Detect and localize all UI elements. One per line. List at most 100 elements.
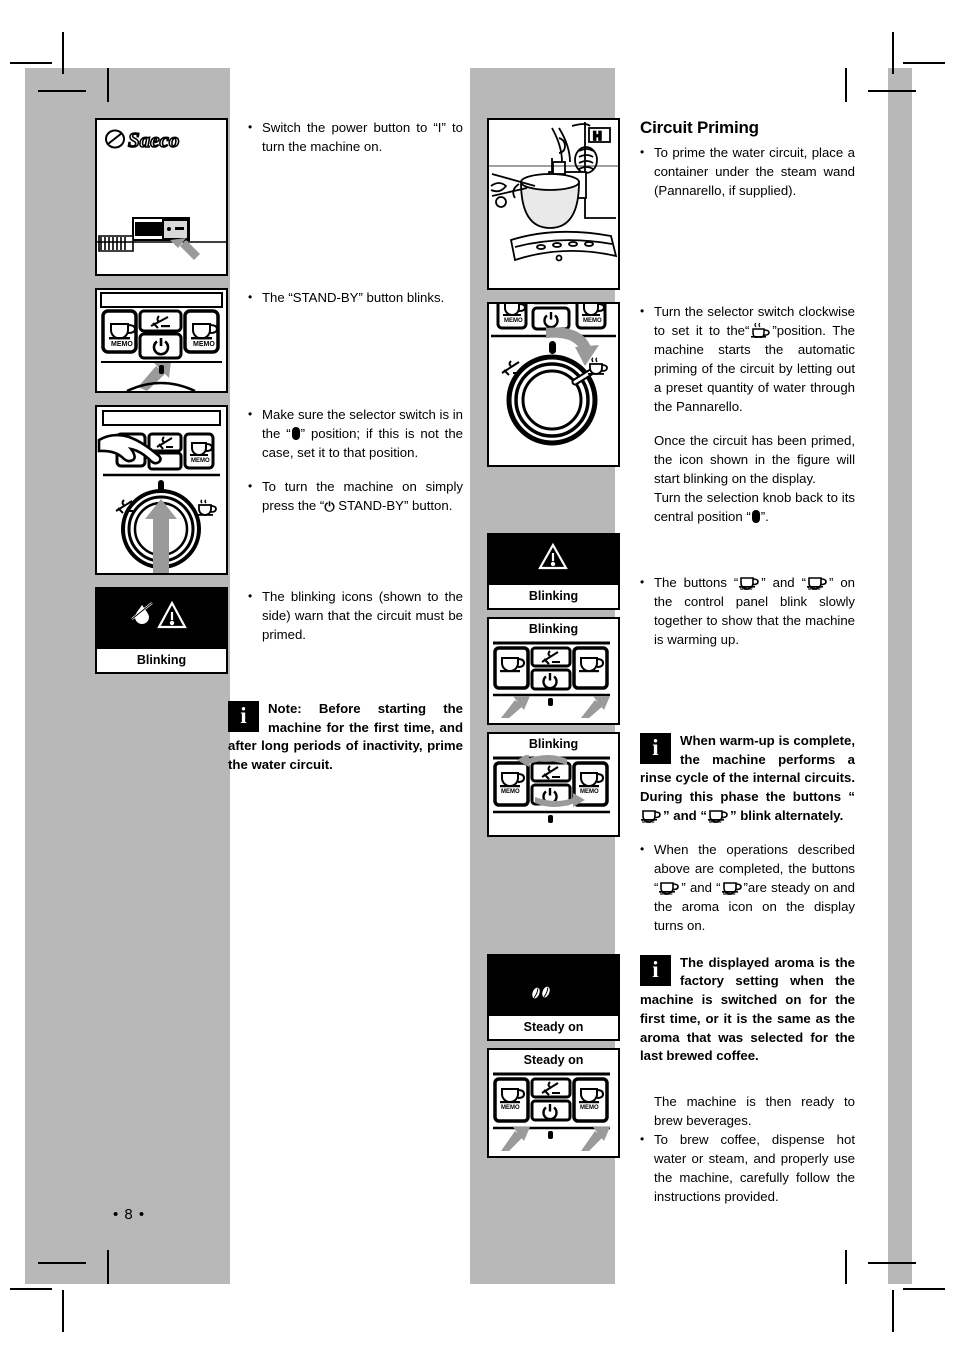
- step-row-prime: H Circuit Priming • To prime the water c…: [487, 118, 855, 290]
- bullet-dot: •: [640, 841, 645, 856]
- page-number: • 8 •: [113, 1206, 146, 1223]
- lcd-screen: [489, 955, 618, 1014]
- svg-text:MEMO: MEMO: [583, 318, 602, 324]
- svg-text:MEMO: MEMO: [193, 341, 215, 348]
- step-row-ready: Steady on Steady on MEMO MEMO i The disp…: [487, 953, 855, 1207]
- note-text: Note: Before starting the machine for th…: [228, 701, 463, 773]
- step-text-standby: • The “STAND-BY” button blinks.: [228, 288, 463, 308]
- cup-memo-icon: MEMO: [707, 808, 729, 823]
- bullet-item: • The “STAND-BY” button blinks.: [248, 288, 463, 307]
- lcd-icons: [131, 600, 187, 629]
- manual-page: Saeco • Switch the power button to “I” t…: [0, 0, 954, 1350]
- figure-selector-knob: MEMO: [95, 405, 228, 575]
- bullet-dot: •: [248, 120, 253, 134]
- panel-knob-clockwise: MEMO MEMO: [487, 292, 620, 467]
- figure-gap: [487, 610, 620, 617]
- crop-mark: [107, 1250, 109, 1284]
- cup-memo-icon: MEMO: [641, 808, 662, 823]
- svg-text:MEMO: MEMO: [740, 586, 752, 590]
- rinse-note-text: i When warm-up is complete, the machine …: [620, 732, 855, 936]
- note1-part4: ” blink alternately.: [729, 807, 844, 823]
- note1-part3: ” and “: [663, 807, 707, 823]
- lcd-screen: [97, 589, 226, 647]
- knob-position-icon: [291, 427, 300, 440]
- svg-text:MEMO: MEMO: [501, 1105, 520, 1111]
- panel-blinking-alternate: Blinking MEMO MEMO: [487, 732, 620, 837]
- figure-blinking-group: Blinking Blinking: [487, 533, 620, 725]
- panel-steady-buttons: Steady on MEMO MEMO: [487, 1047, 620, 1158]
- paragraph-central-position: Turn the selection knob back to its cent…: [640, 488, 855, 526]
- svg-text:MEMO: MEMO: [580, 1105, 599, 1111]
- figure-knob-clockwise: MEMO MEMO: [487, 292, 620, 467]
- bullet-item-standby-press: • To turn the machine on simply press th…: [248, 477, 463, 517]
- bullet-item: • To prime the water circuit, place a co…: [640, 143, 855, 200]
- warming-text: • The buttons “MEMO” and “MEMO” on the c…: [620, 533, 855, 650]
- crop-mark: [10, 1288, 52, 1290]
- crop-mark: [892, 1290, 894, 1332]
- panel-blinking-warning: Blinking: [95, 587, 228, 674]
- blinking-label: Blinking: [97, 647, 226, 672]
- bullet-dot: •: [640, 145, 645, 159]
- step-row-selector: MEMO • Make sure the selector switch is …: [95, 405, 463, 575]
- text-spacer: [640, 826, 855, 840]
- power-symbol-icon: ⏻: [324, 499, 335, 514]
- knob-clockwise-illustration: MEMO MEMO: [491, 292, 616, 446]
- paragraph-primed: Once the circuit has been primed, the ic…: [654, 433, 855, 486]
- crop-mark: [38, 1262, 86, 1264]
- paragraph-ready: The machine is then ready to brew bevera…: [654, 1094, 855, 1129]
- bullet-text: Make sure the selector switch is in the …: [262, 405, 463, 462]
- bullet-dot: •: [248, 407, 253, 421]
- bullet-text: To turn the machine on simply press the …: [262, 477, 463, 517]
- svg-text:MEMO: MEMO: [808, 586, 820, 590]
- step-text-power: • Switch the power button to “I” to turn…: [228, 118, 463, 157]
- step-row-standby: MEMO MEMO • The “STAND-BY” button blinks…: [95, 288, 463, 393]
- step-row-rinse: Blinking MEMO MEMO i When warm-up is com…: [487, 732, 855, 936]
- right-column: H Circuit Priming • To prime the water c…: [487, 118, 855, 1207]
- left-column: Saeco • Switch the power button to “I” t…: [95, 118, 463, 775]
- crop-mark: [10, 62, 52, 64]
- bullet-dot: •: [640, 575, 645, 589]
- bullet-dot: •: [248, 479, 253, 493]
- svg-text:MEMO: MEMO: [642, 819, 654, 823]
- blinking-buttons-illustration: [493, 641, 610, 718]
- cup-memo-icon: MEMO: [659, 880, 680, 895]
- knob-position-icon: [751, 510, 760, 523]
- step-text-selector: • Make sure the selector switch is in th…: [228, 405, 463, 518]
- note1-part1: When warm-up is complete, the machine pe…: [640, 733, 855, 786]
- turn-knob-text: • Turn the selector switch clockwise to …: [620, 302, 855, 526]
- text-spacer: [640, 417, 855, 431]
- text-spacer: [248, 463, 463, 477]
- step-text-blinking: • The blinking icons (shown to the side)…: [228, 587, 463, 645]
- crop-mark: [62, 1290, 64, 1332]
- crop-mark: [845, 1250, 847, 1284]
- note-aroma-setting: i The displayed aroma is the factory set…: [640, 954, 855, 1066]
- steam-cup-icon: [750, 323, 771, 338]
- crop-mark: [903, 1288, 945, 1290]
- bullet-dot: •: [640, 1132, 645, 1147]
- gray-band-right: [888, 68, 912, 1284]
- steady-display-label: Steady on: [489, 1013, 618, 1039]
- svg-text:MEMO: MEMO: [709, 819, 721, 823]
- bullet-text: Turn the selector switch clockwise to se…: [654, 302, 855, 416]
- cup-memo-icon: MEMO: [806, 575, 828, 590]
- bullet-text: When the operations described above are …: [654, 840, 855, 935]
- note1-part2: During this phase the buttons “: [640, 789, 855, 805]
- bullet-text: To prime the water circuit, place a cont…: [654, 145, 855, 198]
- blinking-label: Blinking: [489, 583, 618, 608]
- blinking-alternate-label: Blinking: [489, 734, 618, 755]
- blinking-buttons-label: Blinking: [489, 619, 618, 640]
- bullet-text: To brew coffee, dispense hot water or st…: [654, 1132, 855, 1205]
- figure-gap: [487, 526, 855, 533]
- crop-mark: [62, 32, 64, 74]
- crop-mark: [845, 68, 847, 102]
- svg-text:MEMO: MEMO: [111, 341, 133, 348]
- svg-text:MEMO: MEMO: [504, 318, 523, 324]
- panel-control-standby: MEMO MEMO: [95, 288, 228, 393]
- bullet-item: • Switch the power button to “I” to turn…: [248, 118, 463, 156]
- svg-text:H: H: [593, 129, 602, 143]
- crop-mark: [868, 90, 916, 92]
- lcd-warning-icon: [538, 542, 568, 570]
- text-spacer: [640, 1066, 855, 1092]
- figure-steady-group: Steady on Steady on MEMO MEMO: [487, 953, 620, 1158]
- bullet-dot: •: [248, 589, 253, 603]
